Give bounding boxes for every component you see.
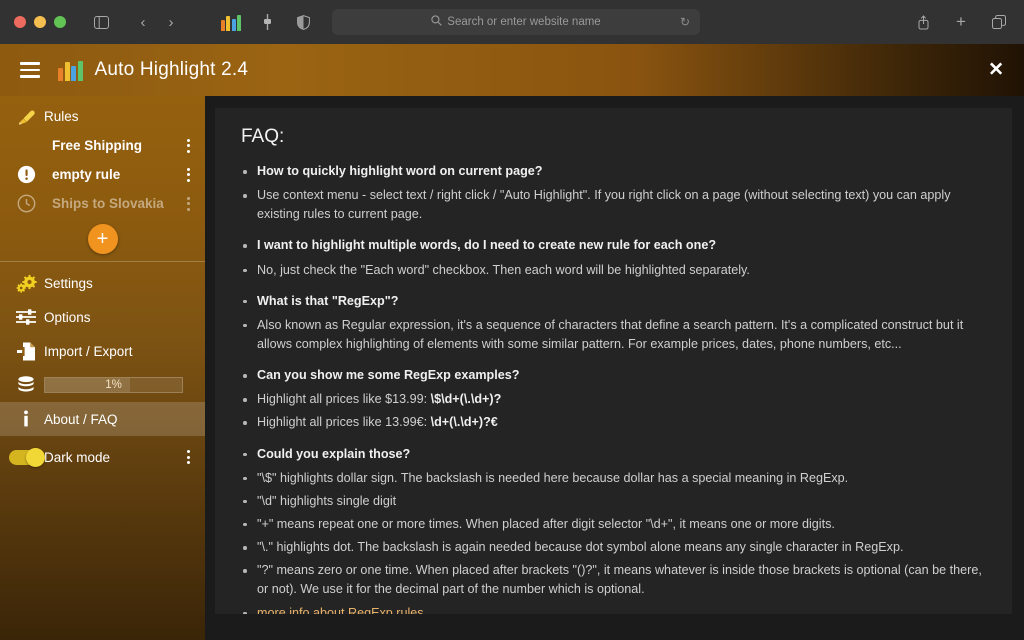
info-icon <box>8 409 44 429</box>
storage-progress-bar: 1% <box>44 377 183 393</box>
faq-answer: "\." highlights dot. The backslash is ag… <box>241 538 986 557</box>
markers-glyph <box>220 14 242 31</box>
faq-link-item[interactable]: more info about RegExp rules <box>241 604 986 614</box>
sidebar-item-import-export[interactable]: Import / Export <box>0 334 205 368</box>
sidebar-item-options[interactable]: Options <box>0 300 205 334</box>
app-body: Rules Free Shipping empty rule Ships to … <box>0 96 1024 640</box>
address-bar[interactable]: Search or enter website name ↻ <box>332 9 700 35</box>
dark-mode-label: Dark mode <box>44 449 111 465</box>
dark-mode-toggle[interactable] <box>8 447 45 467</box>
add-rule-container: + <box>0 224 205 254</box>
faq-list: How to quickly highlight word on current… <box>241 162 986 614</box>
import-export-icon <box>8 341 44 362</box>
rule-label: Free Shipping <box>52 138 143 153</box>
app-logo-icon <box>58 60 83 81</box>
toggle-switch[interactable] <box>9 447 45 467</box>
faq-answer-text: Highlight all prices like 13.99€: <box>257 415 431 430</box>
window-controls[interactable] <box>14 16 66 28</box>
reload-icon[interactable]: ↻ <box>680 15 690 29</box>
regexp-code: \d+(\.\d+)?€ <box>430 415 498 430</box>
faq-question: Could you explain those? <box>241 445 986 464</box>
minimize-window-button[interactable] <box>34 16 46 28</box>
sidebar-divider <box>0 261 205 262</box>
sidebar-item-about-faq[interactable]: About / FAQ <box>0 402 205 436</box>
faq-question: What is that "RegExp"? <box>241 292 986 311</box>
sidebar-item-label: Options <box>44 309 91 325</box>
faq-answer: Use context menu - select text / right c… <box>241 186 986 224</box>
clock-icon <box>8 194 44 213</box>
faq-answer: No, just check the "Each word" checkbox.… <box>241 261 986 280</box>
storage-percent-label: 1% <box>105 379 122 391</box>
rule-label: Ships to Slovakia <box>52 196 164 211</box>
rule-menu-icon[interactable] <box>177 138 199 153</box>
rule-item-ships-to-slovakia[interactable]: Ships to Slovakia <box>0 189 205 218</box>
sidebar: Rules Free Shipping empty rule Ships to … <box>0 96 205 640</box>
faq-question: I want to highlight multiple words, do I… <box>241 236 986 255</box>
faq-answer-code: Highlight all prices like $13.99: \$\d+(… <box>241 390 986 409</box>
faq-answer-text: Highlight all prices like $13.99: <box>257 392 431 407</box>
page-title: FAQ: <box>241 126 285 147</box>
storage-usage-row: 1% <box>0 368 205 402</box>
search-icon <box>431 15 442 29</box>
sidebar-rules-label: Rules <box>44 109 79 124</box>
rule-menu-icon[interactable] <box>177 167 199 182</box>
sidebar-toggle-icon[interactable] <box>88 9 114 35</box>
rule-menu-icon[interactable] <box>177 196 199 211</box>
sidebar-item-label: About / FAQ <box>44 411 118 427</box>
dark-mode-row[interactable]: Dark mode <box>0 440 205 474</box>
faq-panel: FAQ: How to quickly highlight word on cu… <box>215 108 1012 614</box>
app-title: Auto Highlight 2.4 <box>94 59 249 80</box>
content-area: FAQ: How to quickly highlight word on cu… <box>205 96 1024 640</box>
tab-overview-icon[interactable] <box>986 9 1012 35</box>
sidebar-item-settings[interactable]: Settings <box>0 266 205 300</box>
regexp-info-link[interactable]: more info about RegExp rules <box>257 606 424 614</box>
plus-icon[interactable]: + <box>948 9 974 35</box>
regexp-code: \$\d+(\.\d+)? <box>430 392 502 407</box>
rule-label: empty rule <box>52 167 121 182</box>
hamburger-menu-icon[interactable] <box>20 62 40 78</box>
faq-question: Can you show me some RegExp examples? <box>241 366 986 385</box>
rule-item-free-shipping[interactable]: Free Shipping <box>0 131 205 160</box>
sliders-icon <box>8 308 44 326</box>
close-window-button[interactable] <box>14 16 26 28</box>
faq-answer: "\d" highlights single digit <box>241 492 986 511</box>
shield-extension-icon[interactable] <box>290 9 316 35</box>
faq-answer: "\$" highlights dollar sign. The backsla… <box>241 469 986 488</box>
back-arrow-icon[interactable]: ‹ <box>130 9 156 35</box>
sidebar-item-label: Import / Export <box>44 343 133 359</box>
share-icon[interactable] <box>910 9 936 35</box>
faq-answer: Also known as Regular expression, it's a… <box>241 316 986 354</box>
database-icon <box>8 375 44 395</box>
add-rule-button[interactable]: + <box>87 224 118 254</box>
sidebar-item-label: Settings <box>44 275 93 291</box>
close-icon[interactable]: ✕ <box>988 61 1004 80</box>
faq-answer: "?" means zero or one time. When placed … <box>241 561 986 599</box>
highlighter-extension-icon[interactable] <box>218 9 244 35</box>
rule-item-empty-rule[interactable]: empty rule <box>0 160 205 189</box>
gears-icon <box>8 273 44 294</box>
address-bar-placeholder: Search or enter website name <box>447 16 601 28</box>
sidebar-item-rules[interactable]: Rules <box>0 102 205 131</box>
browser-toolbar: ‹ › Search or enter website name ↻ + <box>0 0 1024 44</box>
exclamation-circle-icon <box>8 165 44 184</box>
highlighter-pen-icon <box>8 107 44 127</box>
faq-answer: "+" means repeat one or more times. When… <box>241 515 986 534</box>
app-header: Auto Highlight 2.4 ✕ <box>0 44 1024 96</box>
slider-extension-icon[interactable] <box>254 9 280 35</box>
forward-arrow-icon[interactable]: › <box>158 9 184 35</box>
faq-question: How to quickly highlight word on current… <box>241 162 986 181</box>
faq-answer-code: Highlight all prices like 13.99€: \d+(\.… <box>241 413 986 432</box>
dark-mode-menu-icon[interactable] <box>177 450 199 464</box>
maximize-window-button[interactable] <box>54 16 66 28</box>
